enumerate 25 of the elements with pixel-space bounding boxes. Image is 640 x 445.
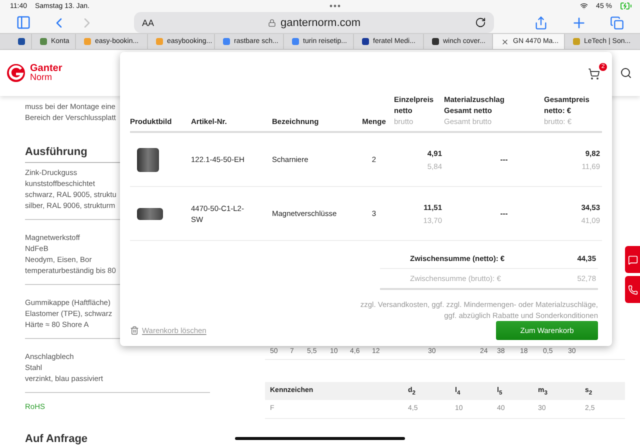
battery-icon (620, 0, 632, 12)
phone-icon (628, 284, 638, 294)
message-side-button[interactable] (625, 246, 640, 273)
share-icon (534, 16, 548, 30)
more-dots-icon[interactable] (328, 4, 341, 8)
search-icon[interactable] (620, 67, 632, 79)
cart-icon[interactable] (588, 68, 600, 80)
brand-subname: Norm (30, 73, 53, 82)
sidebar-icon (16, 15, 30, 30)
favicon-icon (18, 38, 25, 46)
trash-icon[interactable] (130, 326, 139, 335)
brand-name: Ganter (30, 64, 62, 73)
section-heading: Auf Anfrage (25, 434, 88, 445)
reload-icon[interactable] (475, 17, 486, 28)
close-icon[interactable] (501, 38, 509, 46)
phone-side-button[interactable] (625, 276, 640, 303)
message-icon (628, 254, 638, 264)
wifi-icon (580, 2, 588, 10)
lock-icon (268, 18, 276, 27)
address-field[interactable]: AA ganternorm.com (134, 12, 494, 34)
photo-placeholder (137, 148, 159, 172)
logo-icon (6, 63, 26, 83)
photo-placeholder (137, 208, 163, 220)
tabs-icon (610, 16, 624, 30)
plus-icon (571, 14, 587, 31)
